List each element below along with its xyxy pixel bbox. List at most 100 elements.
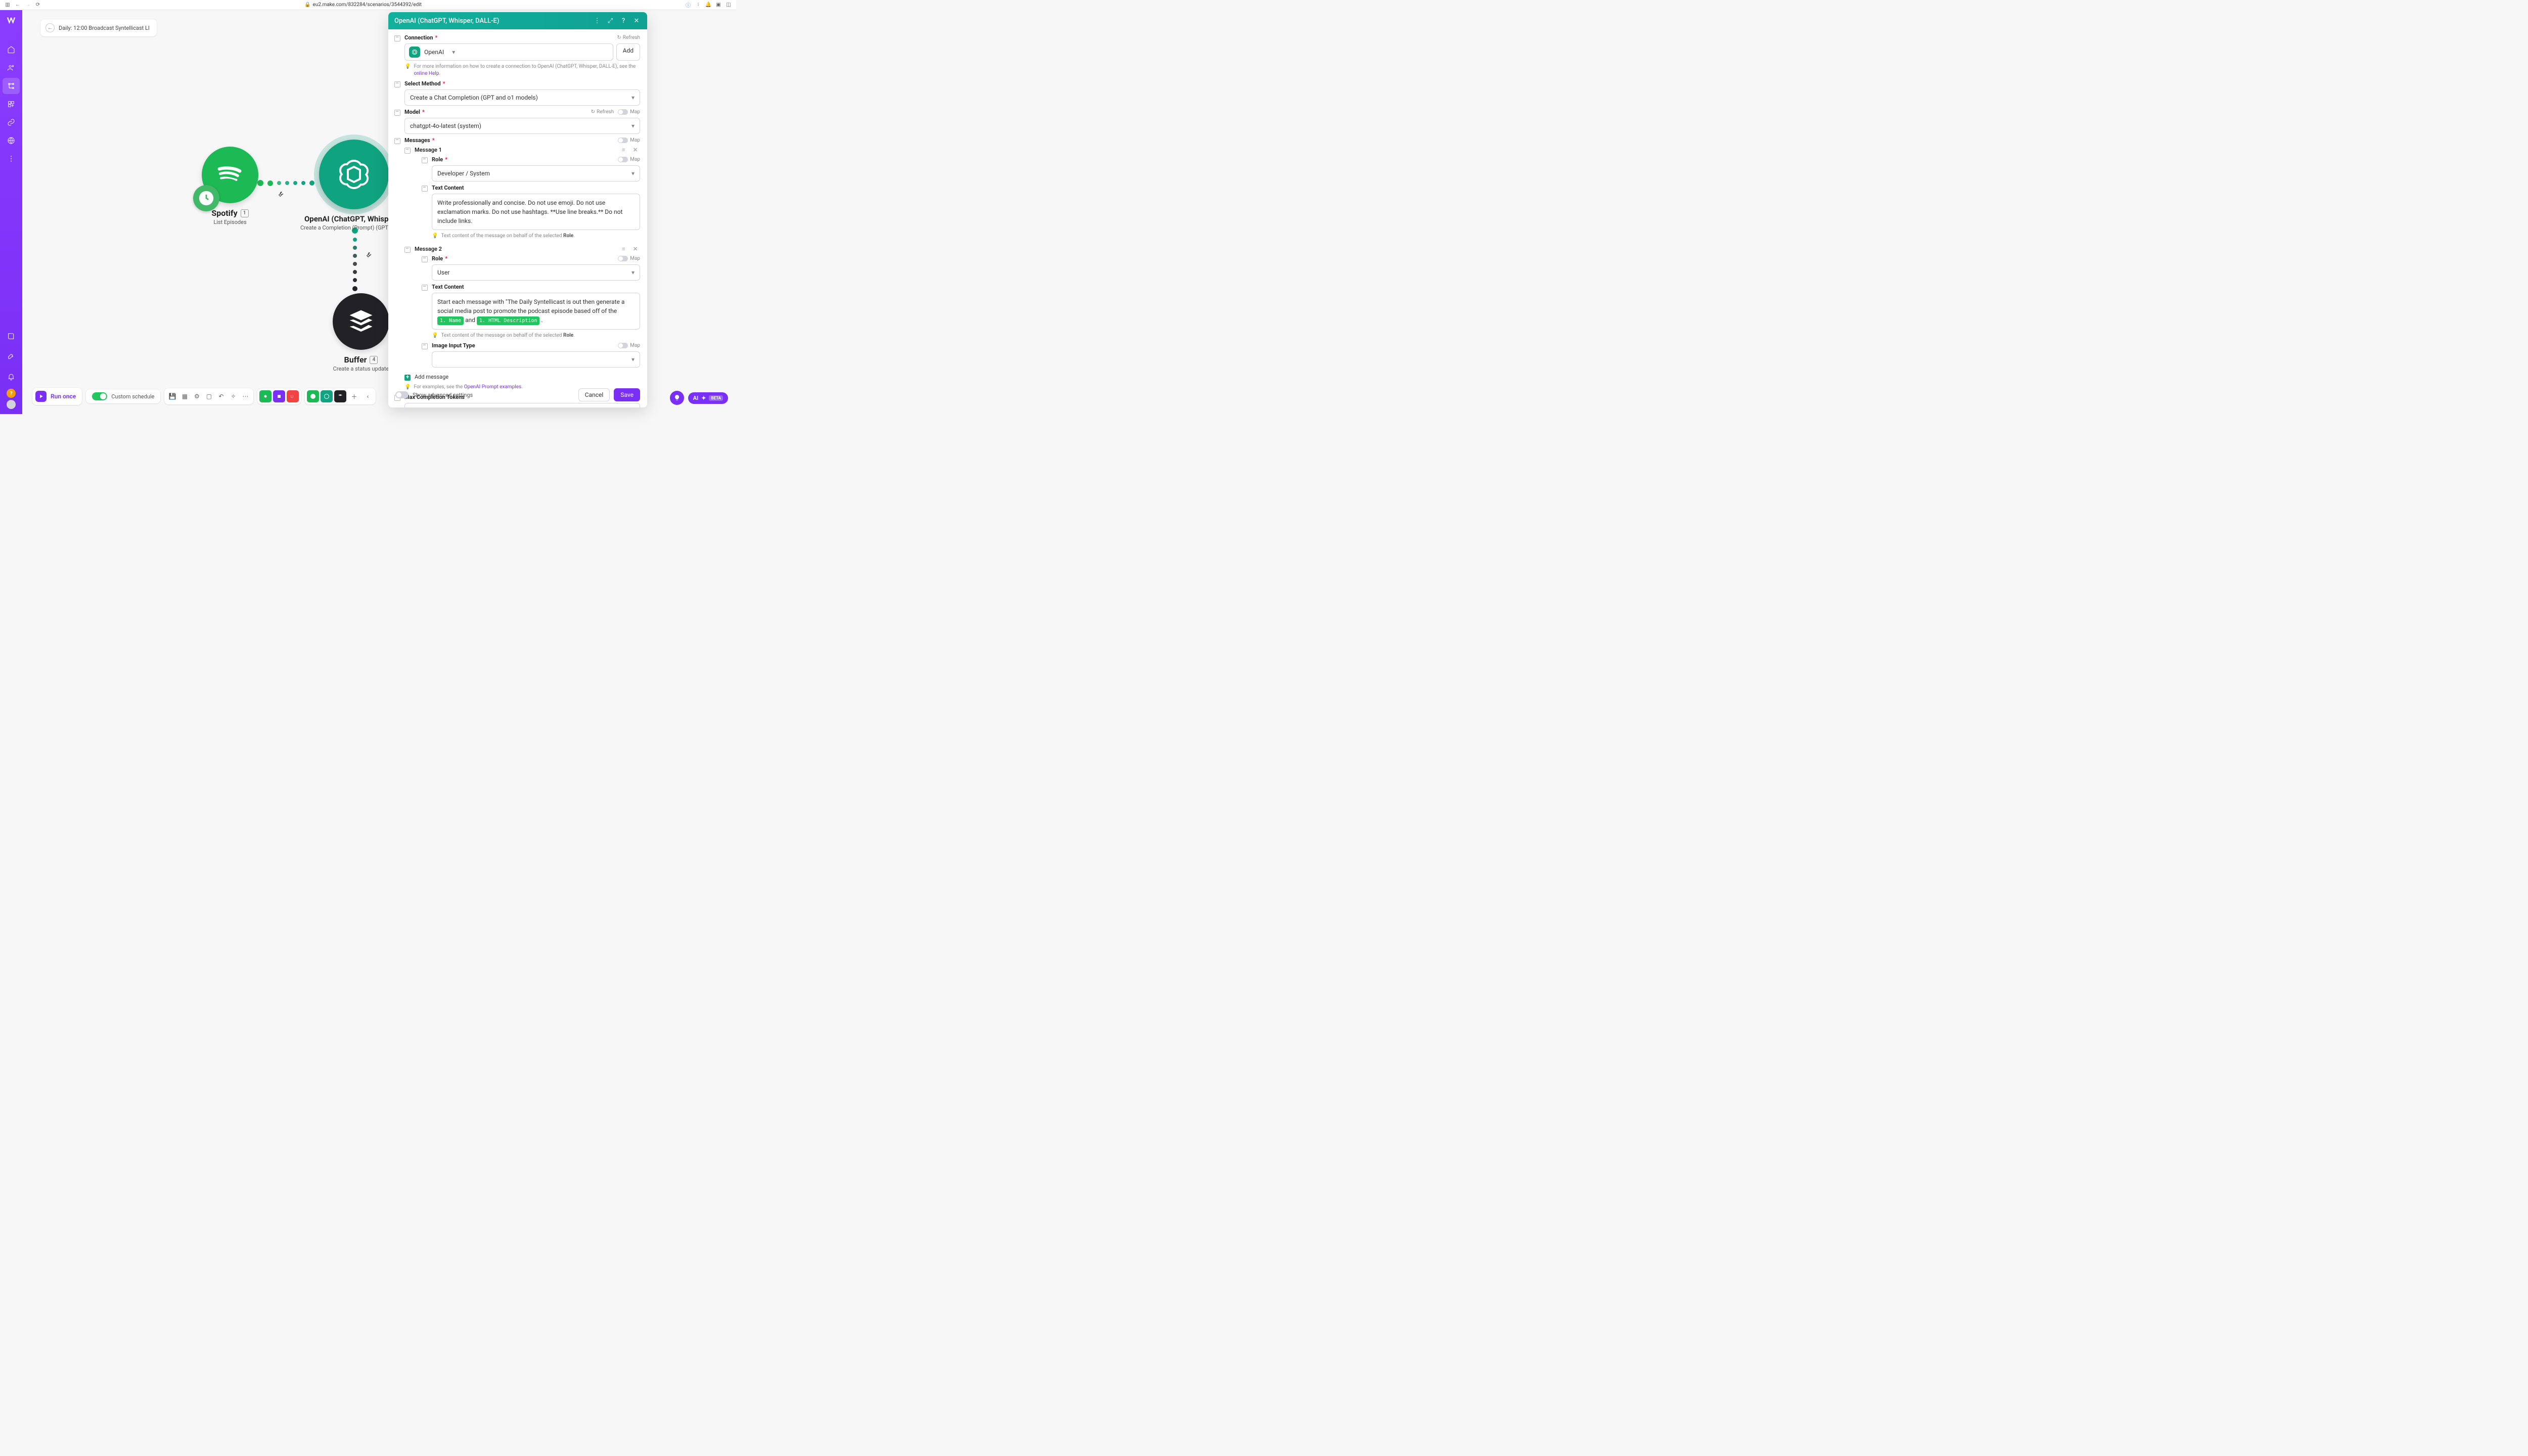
map-toggle[interactable] — [618, 109, 628, 115]
chevron-down-icon: ▾ — [452, 49, 455, 56]
lightbulb-icon[interactable] — [670, 391, 684, 405]
calendar-icon[interactable]: ▦ — [178, 390, 191, 402]
scenario-toolbar: Run once Custom schedule 💾 ▦ ⚙ ▢ ↶ ✧ ⋯ L… — [32, 388, 376, 405]
ai-assist-button[interactable]: AI ✦ BETA — [688, 392, 728, 404]
connection-select[interactable]: OpenAI ▾ — [404, 43, 613, 61]
scenarios-icon[interactable] — [3, 78, 20, 94]
save-icon[interactable]: 💾 — [166, 390, 178, 402]
run-once-button[interactable]: Run once — [32, 388, 82, 405]
collapse-icon[interactable] — [394, 81, 400, 87]
map-toggle[interactable] — [618, 343, 628, 348]
collapse-icon[interactable] — [422, 256, 428, 262]
collapse-icon[interactable] — [422, 157, 428, 163]
sparkle-icon: ✦ — [701, 395, 706, 401]
role-select[interactable]: User▾ — [432, 264, 640, 281]
autoalign-icon[interactable]: ✧ — [227, 390, 239, 402]
gear-icon[interactable]: ⚙ — [191, 390, 203, 402]
used-spotify-chip[interactable] — [307, 390, 319, 402]
rocket-icon[interactable] — [3, 348, 20, 365]
undo-icon[interactable]: ↶ — [215, 390, 227, 402]
collapse-icon[interactable]: ‹ — [362, 390, 374, 402]
module-chip[interactable] — [259, 390, 272, 402]
map-toggle[interactable] — [618, 138, 628, 143]
more-icon[interactable] — [3, 151, 20, 167]
add-connection-button[interactable]: Add — [616, 43, 640, 61]
collapse-icon[interactable] — [404, 148, 411, 154]
add-module-icon[interactable]: ＋ — [348, 390, 360, 402]
tabs-icon[interactable]: ◫ — [725, 2, 732, 9]
docs-icon[interactable] — [3, 328, 20, 344]
nav-forward-icon[interactable]: → — [24, 2, 31, 9]
collapse-icon[interactable] — [404, 247, 411, 253]
templates-icon[interactable] — [3, 96, 20, 112]
add-message-button[interactable]: Add message — [415, 374, 640, 380]
info-icon[interactable]: ⓘ — [685, 2, 692, 9]
help-icon[interactable]: ? — [619, 16, 628, 25]
refresh-link[interactable]: ↻ Refresh — [617, 35, 640, 40]
more-icon[interactable]: ⋯ — [239, 390, 251, 402]
sidebar-toggle-icon[interactable]: ▥ — [4, 2, 11, 9]
node-spotify[interactable]: Spotify 1 List Episodes — [177, 147, 283, 225]
collapse-icon[interactable] — [394, 110, 400, 116]
mapped-field-tag[interactable]: 1. HTML Description — [477, 316, 539, 325]
role-select[interactable]: Developer / System▾ — [432, 165, 640, 181]
collapse-icon[interactable] — [422, 343, 428, 349]
wrench-icon[interactable] — [364, 250, 373, 259]
close-icon[interactable]: ✕ — [632, 16, 641, 25]
panel-title: OpenAI (ChatGPT, Whisper, DALL-E) — [394, 17, 499, 25]
drag-handle-icon[interactable]: ≡ — [622, 246, 629, 252]
team-icon[interactable] — [3, 60, 20, 76]
remove-icon[interactable]: ✕ — [633, 147, 640, 153]
schedule-clock-icon[interactable] — [193, 185, 219, 211]
image-input-type-select[interactable]: ▾ — [432, 351, 640, 368]
webhooks-icon[interactable] — [3, 132, 20, 149]
collapse-icon[interactable] — [394, 35, 400, 41]
drag-handle-icon[interactable]: ≡ — [622, 147, 629, 153]
map-toggle[interactable] — [618, 157, 628, 162]
notifications-icon[interactable] — [3, 369, 20, 385]
bell-icon[interactable]: 🔔 — [705, 2, 712, 9]
text-content-input[interactable]: Write professionally and concise. Do not… — [432, 194, 640, 230]
advanced-toggle[interactable] — [395, 391, 409, 398]
used-buffer-chip[interactable] — [334, 390, 346, 402]
online-help-link[interactable]: online Help — [414, 71, 439, 76]
node-title: Spotify — [211, 208, 237, 218]
module-chip[interactable] — [273, 390, 285, 402]
mapped-field-tag[interactable]: 1. Name — [437, 316, 464, 325]
schedule-toggle[interactable] — [92, 392, 107, 400]
map-toggle[interactable] — [618, 256, 628, 261]
node-order-badge: 4 — [370, 356, 378, 364]
collapse-icon[interactable] — [394, 138, 400, 144]
home-icon[interactable] — [3, 41, 20, 58]
cancel-button[interactable]: Cancel — [578, 388, 610, 401]
lock-icon: 🔒 — [304, 2, 310, 8]
refresh-link[interactable]: ↻ Refresh — [591, 109, 614, 115]
schedule-pill[interactable]: Custom schedule — [86, 389, 160, 403]
add-icon[interactable] — [404, 375, 411, 381]
extensions-icon[interactable]: ▣ — [715, 2, 722, 9]
toolbar-actions: 💾 ▦ ⚙ ▢ ↶ ✧ ⋯ — [164, 388, 253, 404]
connections-icon[interactable] — [3, 114, 20, 130]
note-icon[interactable]: ▢ — [203, 390, 215, 402]
save-button[interactable]: Save — [614, 388, 640, 401]
help-badge[interactable]: ? — [7, 389, 16, 398]
model-select[interactable]: chatgpt-4o-latest (system)▾ — [404, 118, 640, 134]
collapse-icon[interactable] — [422, 186, 428, 192]
svg-text:LI: LI — [291, 395, 294, 399]
nav-back-icon[interactable]: ← — [14, 2, 21, 9]
avatar[interactable] — [7, 400, 16, 409]
address-bar[interactable]: 🔒 eu2.make.com/832284/scenarios/3544392/… — [304, 2, 422, 8]
used-openai-chip[interactable] — [321, 390, 333, 402]
kebab-icon[interactable]: ⋮ — [593, 16, 602, 25]
toolbar-modules: LI — [257, 388, 301, 404]
remove-icon[interactable]: ✕ — [633, 246, 640, 252]
method-select[interactable]: Create a Chat Completion (GPT and o1 mod… — [404, 89, 640, 106]
chevron-down-icon: ▾ — [631, 122, 635, 129]
wand-icon[interactable]: ⁝ — [695, 2, 702, 9]
module-chip[interactable]: LI — [287, 390, 299, 402]
text-content-input[interactable]: Start each message with "The Daily Synte… — [432, 293, 640, 330]
reload-icon[interactable]: ⟳ — [34, 2, 41, 9]
collapse-icon[interactable] — [422, 285, 428, 291]
make-logo[interactable] — [6, 15, 17, 26]
expand-icon[interactable]: ⤢ — [606, 16, 615, 25]
